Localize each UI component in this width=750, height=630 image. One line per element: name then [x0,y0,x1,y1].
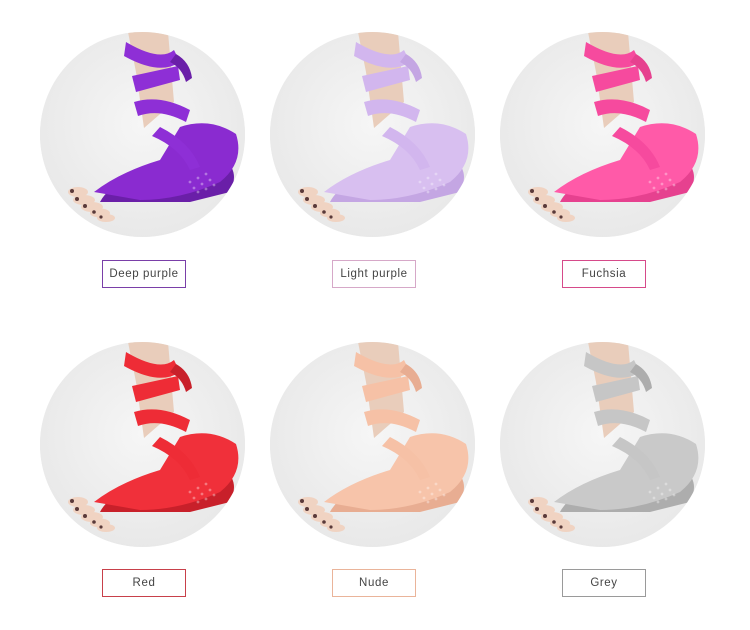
sock-photo [40,342,245,547]
sock-photo [40,32,245,237]
color-label: Red [102,569,186,597]
sock-photo [270,342,475,547]
sock-photo [500,32,705,237]
sock-photo [500,342,705,547]
color-label: Deep purple [102,260,186,288]
sock-photo [270,32,475,237]
color-label: Grey [562,569,646,597]
color-label: Nude [332,569,416,597]
color-label: Fuchsia [562,260,646,288]
color-label: Light purple [332,260,416,288]
